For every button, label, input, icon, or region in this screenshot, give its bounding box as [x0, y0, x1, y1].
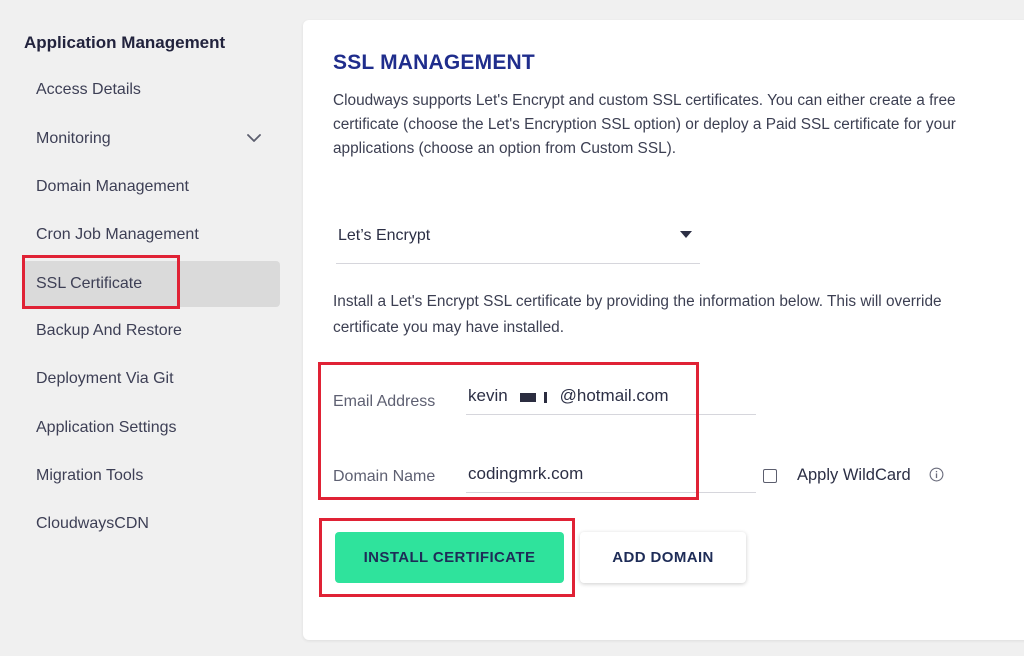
sidebar-item-deployment-via-git[interactable]: Deployment Via Git — [22, 356, 280, 402]
sidebar-item-label: Cron Job Management — [36, 226, 199, 243]
sidebar-item-label: SSL Certificate — [36, 275, 143, 292]
sidebar-item-label: Backup And Restore — [36, 322, 182, 339]
install-certificate-button[interactable]: INSTALL CERTIFICATE — [335, 532, 564, 583]
add-domain-button[interactable]: ADD DOMAIN — [580, 532, 746, 583]
ssl-type-select[interactable]: Let’s Encrypt — [336, 215, 700, 264]
redaction-mark — [520, 393, 536, 402]
sidebar: Application Management Access Details Mo… — [0, 0, 300, 656]
description: Cloudways supports Let's Encrypt and cus… — [333, 89, 1024, 161]
install-info: Install a Let's Encrypt SSL certificate … — [333, 289, 1024, 341]
sidebar-item-backup-and-restore[interactable]: Backup And Restore — [22, 308, 280, 354]
sidebar-item-label: Application Settings — [36, 419, 177, 436]
info-line: Install a Let's Encrypt SSL certificate … — [333, 293, 942, 310]
sidebar-item-cloudwayscdn[interactable]: CloudwaysCDN — [22, 501, 280, 547]
sidebar-item-label: Domain Management — [36, 178, 189, 195]
description-line: certificate (choose the Let's Encryption… — [333, 116, 956, 133]
wildcard-checkbox[interactable] — [763, 469, 777, 483]
email-label: Email Address — [333, 393, 436, 410]
sidebar-item-monitoring[interactable]: Monitoring — [22, 116, 280, 162]
description-line: applications (choose an option from Cust… — [333, 140, 677, 157]
domain-field[interactable] — [466, 455, 756, 493]
sidebar-item-application-settings[interactable]: Application Settings — [22, 405, 280, 451]
info-icon[interactable] — [929, 467, 944, 482]
domain-label: Domain Name — [333, 468, 436, 485]
email-field[interactable] — [466, 377, 756, 415]
sidebar-item-migration-tools[interactable]: Migration Tools — [22, 453, 280, 499]
page-title: SSL MANAGEMENT — [333, 51, 535, 74]
info-line: certificate you may have installed. — [333, 319, 564, 336]
description-line: Cloudways supports Let's Encrypt and cus… — [333, 92, 956, 109]
sidebar-item-label: CloudwaysCDN — [36, 515, 149, 532]
sidebar-item-label: Migration Tools — [36, 467, 144, 484]
sidebar-item-label: Monitoring — [36, 130, 111, 147]
caret-down-icon — [680, 231, 692, 238]
sidebar-title: Application Management — [24, 33, 226, 52]
ssl-management-panel: SSL MANAGEMENT Cloudways supports Let's … — [303, 20, 1024, 640]
sidebar-item-access-details[interactable]: Access Details — [22, 67, 280, 113]
sidebar-item-label: Access Details — [36, 81, 141, 98]
chevron-down-icon[interactable] — [246, 130, 262, 146]
wildcard-label: Apply WildCard — [797, 466, 911, 484]
ssl-type-value: Let’s Encrypt — [338, 227, 431, 244]
redaction-mark — [544, 392, 547, 403]
sidebar-item-label: Deployment Via Git — [36, 370, 174, 387]
sidebar-item-domain-management[interactable]: Domain Management — [22, 164, 280, 210]
sidebar-item-cron-job-management[interactable]: Cron Job Management — [22, 212, 280, 258]
sidebar-item-ssl-certificate[interactable]: SSL Certificate — [22, 261, 280, 307]
